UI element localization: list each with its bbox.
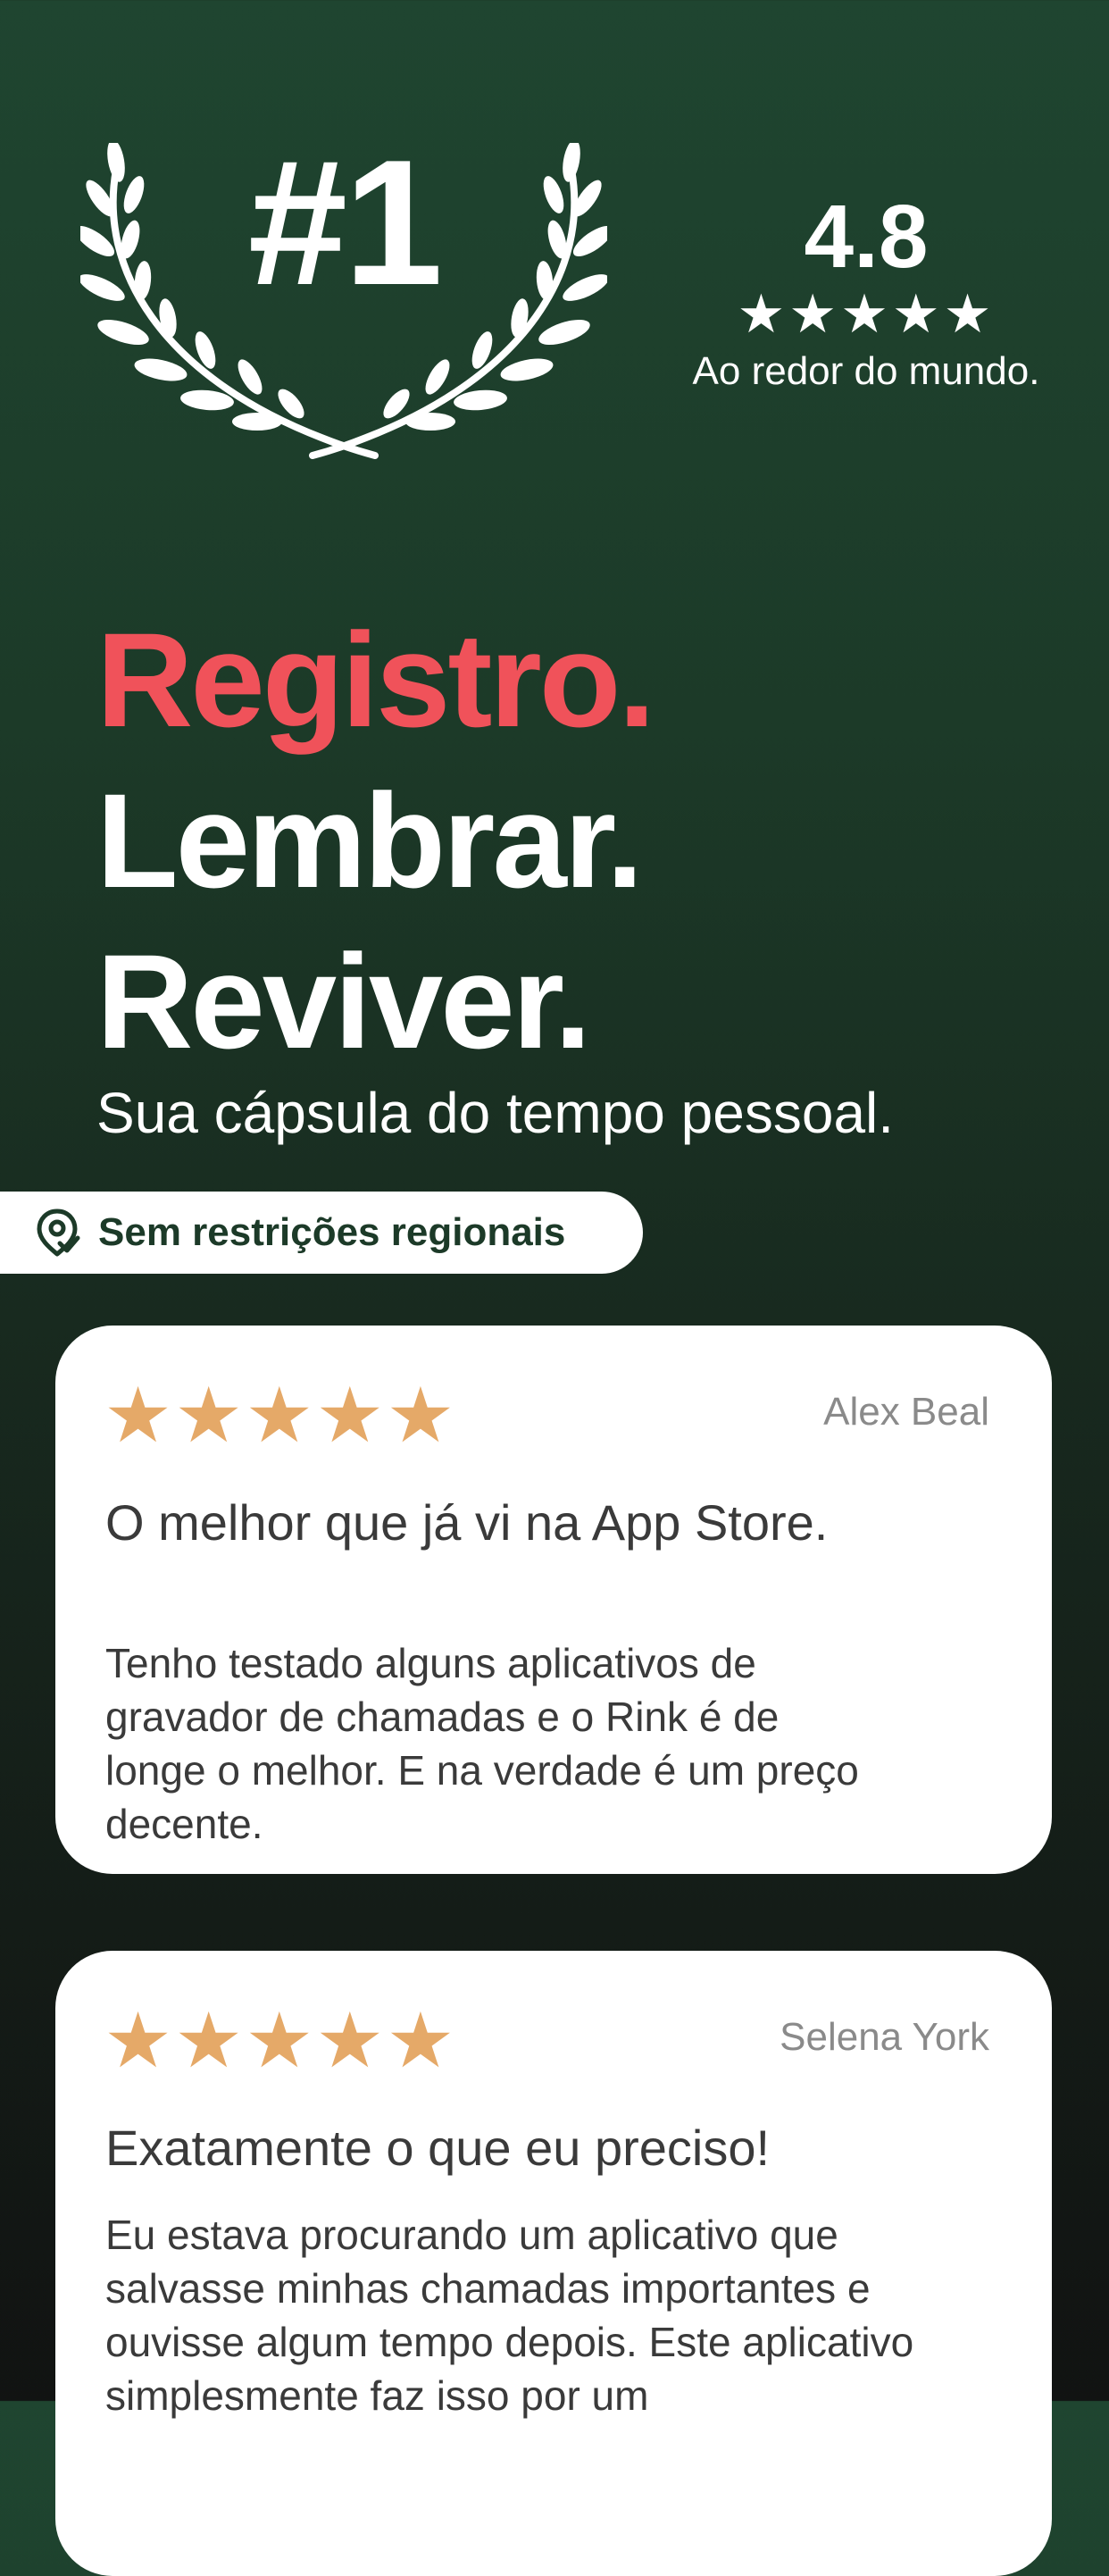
review-title: Exatamente o que eu preciso! <box>105 2120 771 2176</box>
rating-stars: ★★★★★ <box>737 284 996 344</box>
rating-caption: Ao redor do mundo. <box>692 349 1040 393</box>
headline-line-3: Reviver. <box>96 926 591 1076</box>
location-pin-icon <box>32 1208 82 1258</box>
review-author: Selena York <box>780 2015 989 2059</box>
review-card: ★★★★★ Selena York Exatamente o que eu pr… <box>55 1951 1052 2576</box>
region-badge-label: Sem restrições regionais <box>98 1210 566 1254</box>
review-author: Alex Beal <box>823 1390 989 1434</box>
headline-line-1: Registro. <box>96 605 655 755</box>
headline-line-2: Lembrar. <box>96 765 644 916</box>
review-body: Tenho testado alguns aplicativos de grav… <box>105 1640 859 1847</box>
rating-summary: 4.8 ★★★★★ Ao redor do mundo. <box>661 188 1071 397</box>
review-body: Eu estava procurando um aplicativo que s… <box>105 2212 914 2419</box>
tagline: Sua cápsula do tempo pessoal. <box>96 1081 895 1145</box>
review-stars: ★★★★★ <box>104 1373 457 1459</box>
review-card: ★★★★★ Alex Beal O melhor que já vi na Ap… <box>55 1326 1052 1874</box>
region-badge: Sem restrições regionais <box>0 1192 643 1274</box>
rating-value: 4.8 <box>804 187 929 287</box>
review-title: O melhor que já vi na App Store. <box>105 1494 829 1551</box>
review-stars: ★★★★★ <box>104 1998 457 2084</box>
rank-badge-text: #1 <box>247 123 443 322</box>
